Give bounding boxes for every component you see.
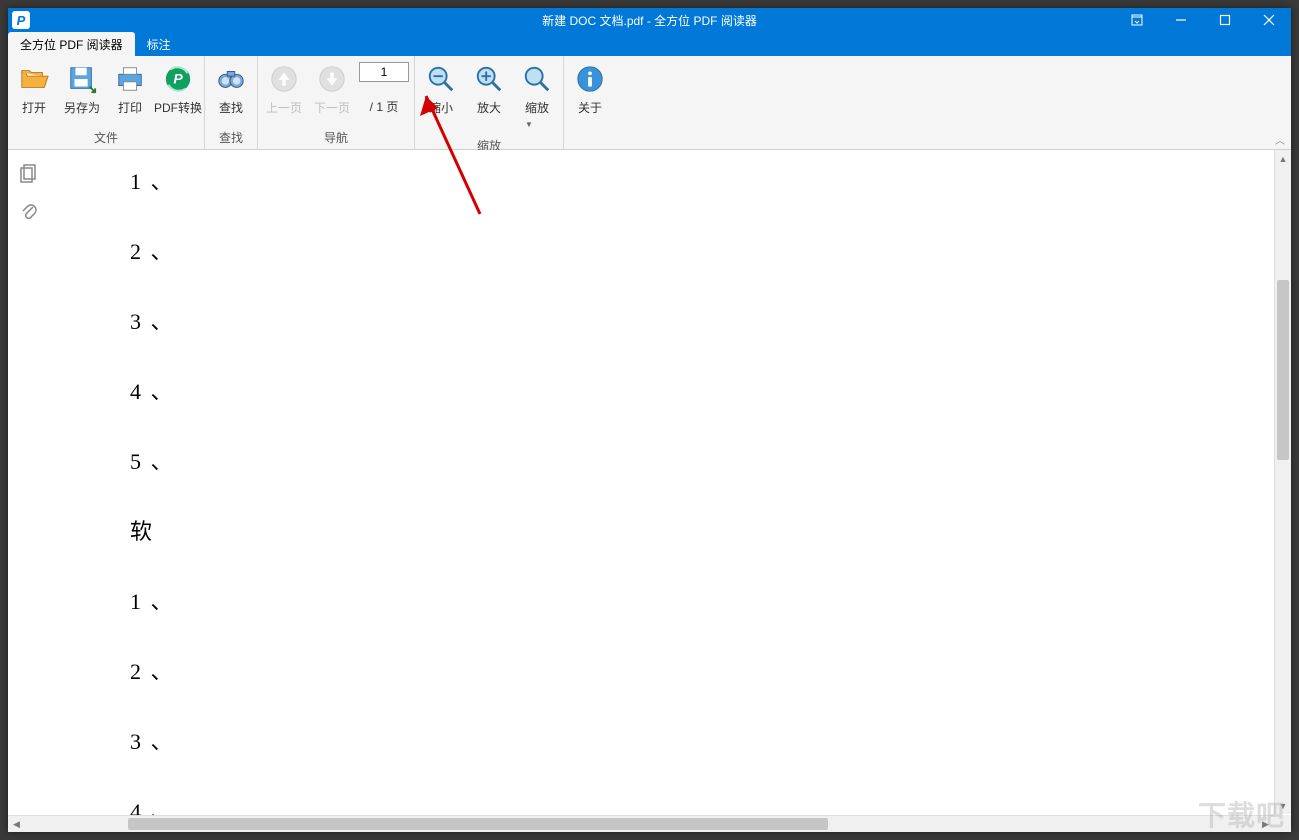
zoom-out-button[interactable]: 缩小	[417, 58, 465, 121]
tab-reader[interactable]: 全方位 PDF 阅读器	[8, 32, 135, 56]
scroll-up-icon[interactable]: ▲	[1275, 150, 1291, 167]
binoculars-icon	[215, 63, 247, 95]
save-as-button[interactable]: 另存为	[58, 58, 106, 121]
left-sidebar	[8, 150, 50, 832]
text-line: 4 、	[130, 374, 1291, 406]
text-line: 1 、	[130, 584, 1291, 616]
hscroll-thumb[interactable]	[128, 818, 828, 830]
text-line: 2 、	[130, 234, 1291, 266]
text-line: 软	[130, 514, 1291, 546]
text-line: 3 、	[130, 304, 1291, 336]
ribbon-group-find: 查找 查找	[205, 56, 258, 149]
pdf-convert-icon: P	[162, 63, 194, 95]
document-viewport[interactable]: 1 、 2 、 3 、 4 、 5 、 软 1 、 2 、 3 、 4 、 软	[50, 150, 1291, 832]
print-button[interactable]: 打印	[106, 58, 154, 121]
window-title: 新建 DOC 文档.pdf - 全方位 PDF 阅读器	[8, 12, 1291, 29]
save-as-label: 另存为	[64, 99, 100, 116]
arrow-down-circle-icon	[316, 63, 348, 95]
about-button[interactable]: 关于	[566, 58, 614, 121]
arrow-up-circle-icon	[268, 63, 300, 95]
scroll-right-icon[interactable]: ▶	[1257, 816, 1274, 832]
next-page-button[interactable]: 下一页	[308, 58, 356, 121]
pdf-convert-label: PDF转换	[154, 99, 202, 116]
ribbon-group-file: 打开 另存为 打印 P	[8, 56, 205, 149]
scroll-corner	[1274, 815, 1291, 832]
group-find-label: 查找	[207, 127, 255, 149]
minimize-button[interactable]	[1159, 8, 1203, 32]
maximize-button[interactable]	[1203, 8, 1247, 32]
scroll-down-icon[interactable]: ▼	[1275, 797, 1291, 814]
document-page: 1 、 2 、 3 、 4 、 5 、 软 1 、 2 、 3 、 4 、 软	[50, 150, 1291, 832]
page-total-label: / 1 页	[370, 98, 399, 115]
attachments-panel-button[interactable]	[17, 200, 41, 224]
ribbon: 打开 另存为 打印 P	[8, 56, 1291, 150]
text-line: 3 、	[130, 724, 1291, 756]
about-label: 关于	[578, 99, 602, 116]
folder-open-icon	[18, 63, 50, 95]
content-area: 1 、 2 、 3 、 4 、 5 、 软 1 、 2 、 3 、 4 、 软 …	[8, 150, 1291, 832]
text-line: 2 、	[130, 654, 1291, 686]
prev-page-button[interactable]: 上一页	[260, 58, 308, 121]
window-controls	[1115, 8, 1291, 32]
print-label: 打印	[118, 99, 142, 116]
zoom-in-button[interactable]: 放大	[465, 58, 513, 121]
ribbon-group-about: 关于	[564, 56, 616, 149]
zoom-dropdown-button[interactable]: 缩放▼	[513, 58, 561, 135]
app-logo-icon: P	[12, 11, 30, 29]
save-as-icon	[66, 63, 98, 95]
vscroll-thumb[interactable]	[1277, 280, 1289, 460]
vertical-scrollbar[interactable]: ▲ ▼	[1274, 150, 1291, 814]
text-line: 5 、	[130, 444, 1291, 476]
tab-annotate[interactable]: 标注	[135, 32, 183, 56]
ribbon-group-nav: 上一页 下一页 / 1 页 导航	[258, 56, 415, 149]
prev-page-label: 上一页	[266, 99, 302, 116]
titlebar: P 新建 DOC 文档.pdf - 全方位 PDF 阅读器	[8, 8, 1291, 32]
group-nav-label: 导航	[260, 127, 412, 149]
text-line: 1 、	[130, 164, 1291, 196]
open-label: 打开	[22, 99, 46, 116]
zoom-out-label: 缩小	[429, 99, 453, 116]
svg-text:P: P	[173, 71, 183, 87]
page-number-control: / 1 页	[356, 58, 412, 119]
ribbon-group-zoom: 缩小 放大 缩放▼ 缩放	[415, 56, 564, 149]
collapse-ribbon-button[interactable]: ︿	[1275, 132, 1285, 147]
zoom-in-icon	[473, 63, 505, 95]
zoom-out-icon	[425, 63, 457, 95]
chevron-down-icon: ▼	[525, 120, 533, 129]
tab-row: 全方位 PDF 阅读器 标注	[8, 32, 1291, 56]
ribbon-display-options-button[interactable]	[1115, 8, 1159, 32]
next-page-label: 下一页	[314, 99, 350, 116]
zoom-label: 缩放▼	[525, 99, 549, 130]
info-circle-icon	[574, 63, 606, 95]
pages-panel-button[interactable]	[17, 162, 41, 186]
group-about-label	[566, 130, 614, 149]
zoom-in-label: 放大	[477, 99, 501, 116]
close-button[interactable]	[1247, 8, 1291, 32]
magnifier-icon	[521, 63, 553, 95]
app-window: P 新建 DOC 文档.pdf - 全方位 PDF 阅读器 全方位 PDF 阅读…	[8, 8, 1291, 832]
find-button[interactable]: 查找	[207, 58, 255, 121]
scroll-left-icon[interactable]: ◀	[8, 816, 25, 832]
pdf-convert-button[interactable]: P PDF转换	[154, 58, 202, 121]
printer-icon	[114, 63, 146, 95]
horizontal-scrollbar[interactable]: ◀ ▶	[8, 815, 1274, 832]
open-button[interactable]: 打开	[10, 58, 58, 121]
group-file-label: 文件	[10, 127, 202, 149]
page-number-input[interactable]	[359, 62, 409, 82]
find-label: 查找	[219, 99, 243, 116]
